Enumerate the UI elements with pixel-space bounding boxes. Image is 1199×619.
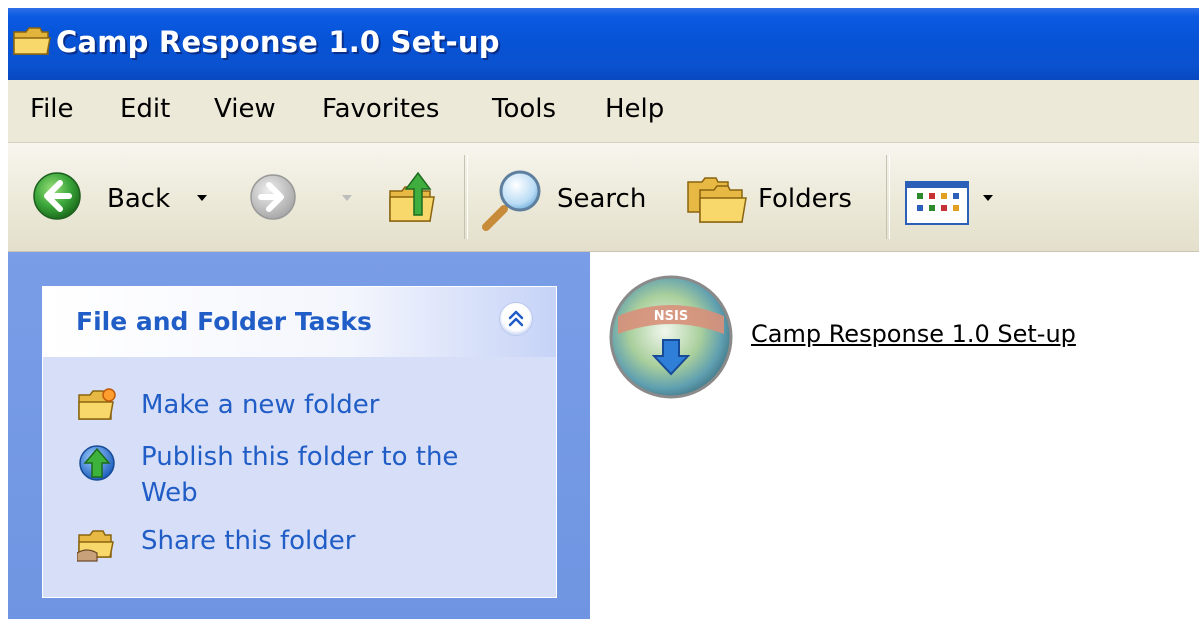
- menu-help[interactable]: Help: [605, 94, 664, 124]
- task-label: Share this folder: [141, 526, 356, 556]
- menu-favorites[interactable]: Favorites: [322, 94, 439, 124]
- window-title: Camp Response 1.0 Set-up: [56, 25, 500, 59]
- menu-view[interactable]: View: [214, 94, 276, 124]
- toolbar: Back Search Folders: [8, 143, 1199, 252]
- back-dropdown-icon[interactable]: [197, 195, 207, 201]
- collapse-chevron-icon[interactable]: [499, 302, 533, 336]
- task-label: Make a new folder: [141, 390, 380, 420]
- panel-title: File and Folder Tasks: [76, 307, 372, 336]
- task-pane: File and Folder Tasks Make a new folder: [8, 252, 590, 619]
- back-label: Back: [107, 184, 171, 214]
- file-item-label: Camp Response 1.0 Set-up: [751, 320, 1076, 348]
- task-label: Publish this folder to the: [141, 442, 459, 472]
- folders-icon: [684, 176, 750, 230]
- publish-web-icon: [77, 443, 117, 487]
- views-icon: [905, 181, 969, 229]
- toolbar-separator: [464, 155, 468, 239]
- new-folder-icon: [77, 387, 117, 427]
- task-label-line2: Web: [141, 478, 198, 508]
- views-dropdown-icon: [983, 195, 993, 201]
- panel-header[interactable]: File and Folder Tasks: [43, 287, 556, 357]
- folders-label: Folders: [758, 184, 852, 214]
- folder-icon: [12, 24, 52, 58]
- menu-edit[interactable]: Edit: [120, 94, 170, 124]
- menu-file[interactable]: File: [30, 94, 74, 124]
- search-label: Search: [557, 184, 647, 214]
- up-folder-icon[interactable]: [386, 169, 438, 229]
- share-folder-icon: [76, 527, 119, 567]
- forward-dropdown-icon[interactable]: [342, 195, 352, 201]
- file-and-folder-tasks-panel: File and Folder Tasks Make a new folder: [42, 286, 557, 598]
- nsis-icon-text: NSIS: [654, 309, 688, 324]
- title-bar[interactable]: Camp Response 1.0 Set-up: [8, 8, 1199, 80]
- search-icon: [480, 167, 546, 237]
- explorer-window: Camp Response 1.0 Set-up File Edit View …: [8, 8, 1199, 619]
- nsis-installer-icon: NSIS: [608, 274, 734, 404]
- forward-arrow-icon[interactable]: [249, 173, 297, 225]
- toolbar-separator: [886, 155, 890, 239]
- menu-tools[interactable]: Tools: [492, 94, 556, 124]
- menu-bar: File Edit View Favorites Tools Help: [8, 80, 1199, 143]
- back-arrow-icon: [32, 171, 82, 225]
